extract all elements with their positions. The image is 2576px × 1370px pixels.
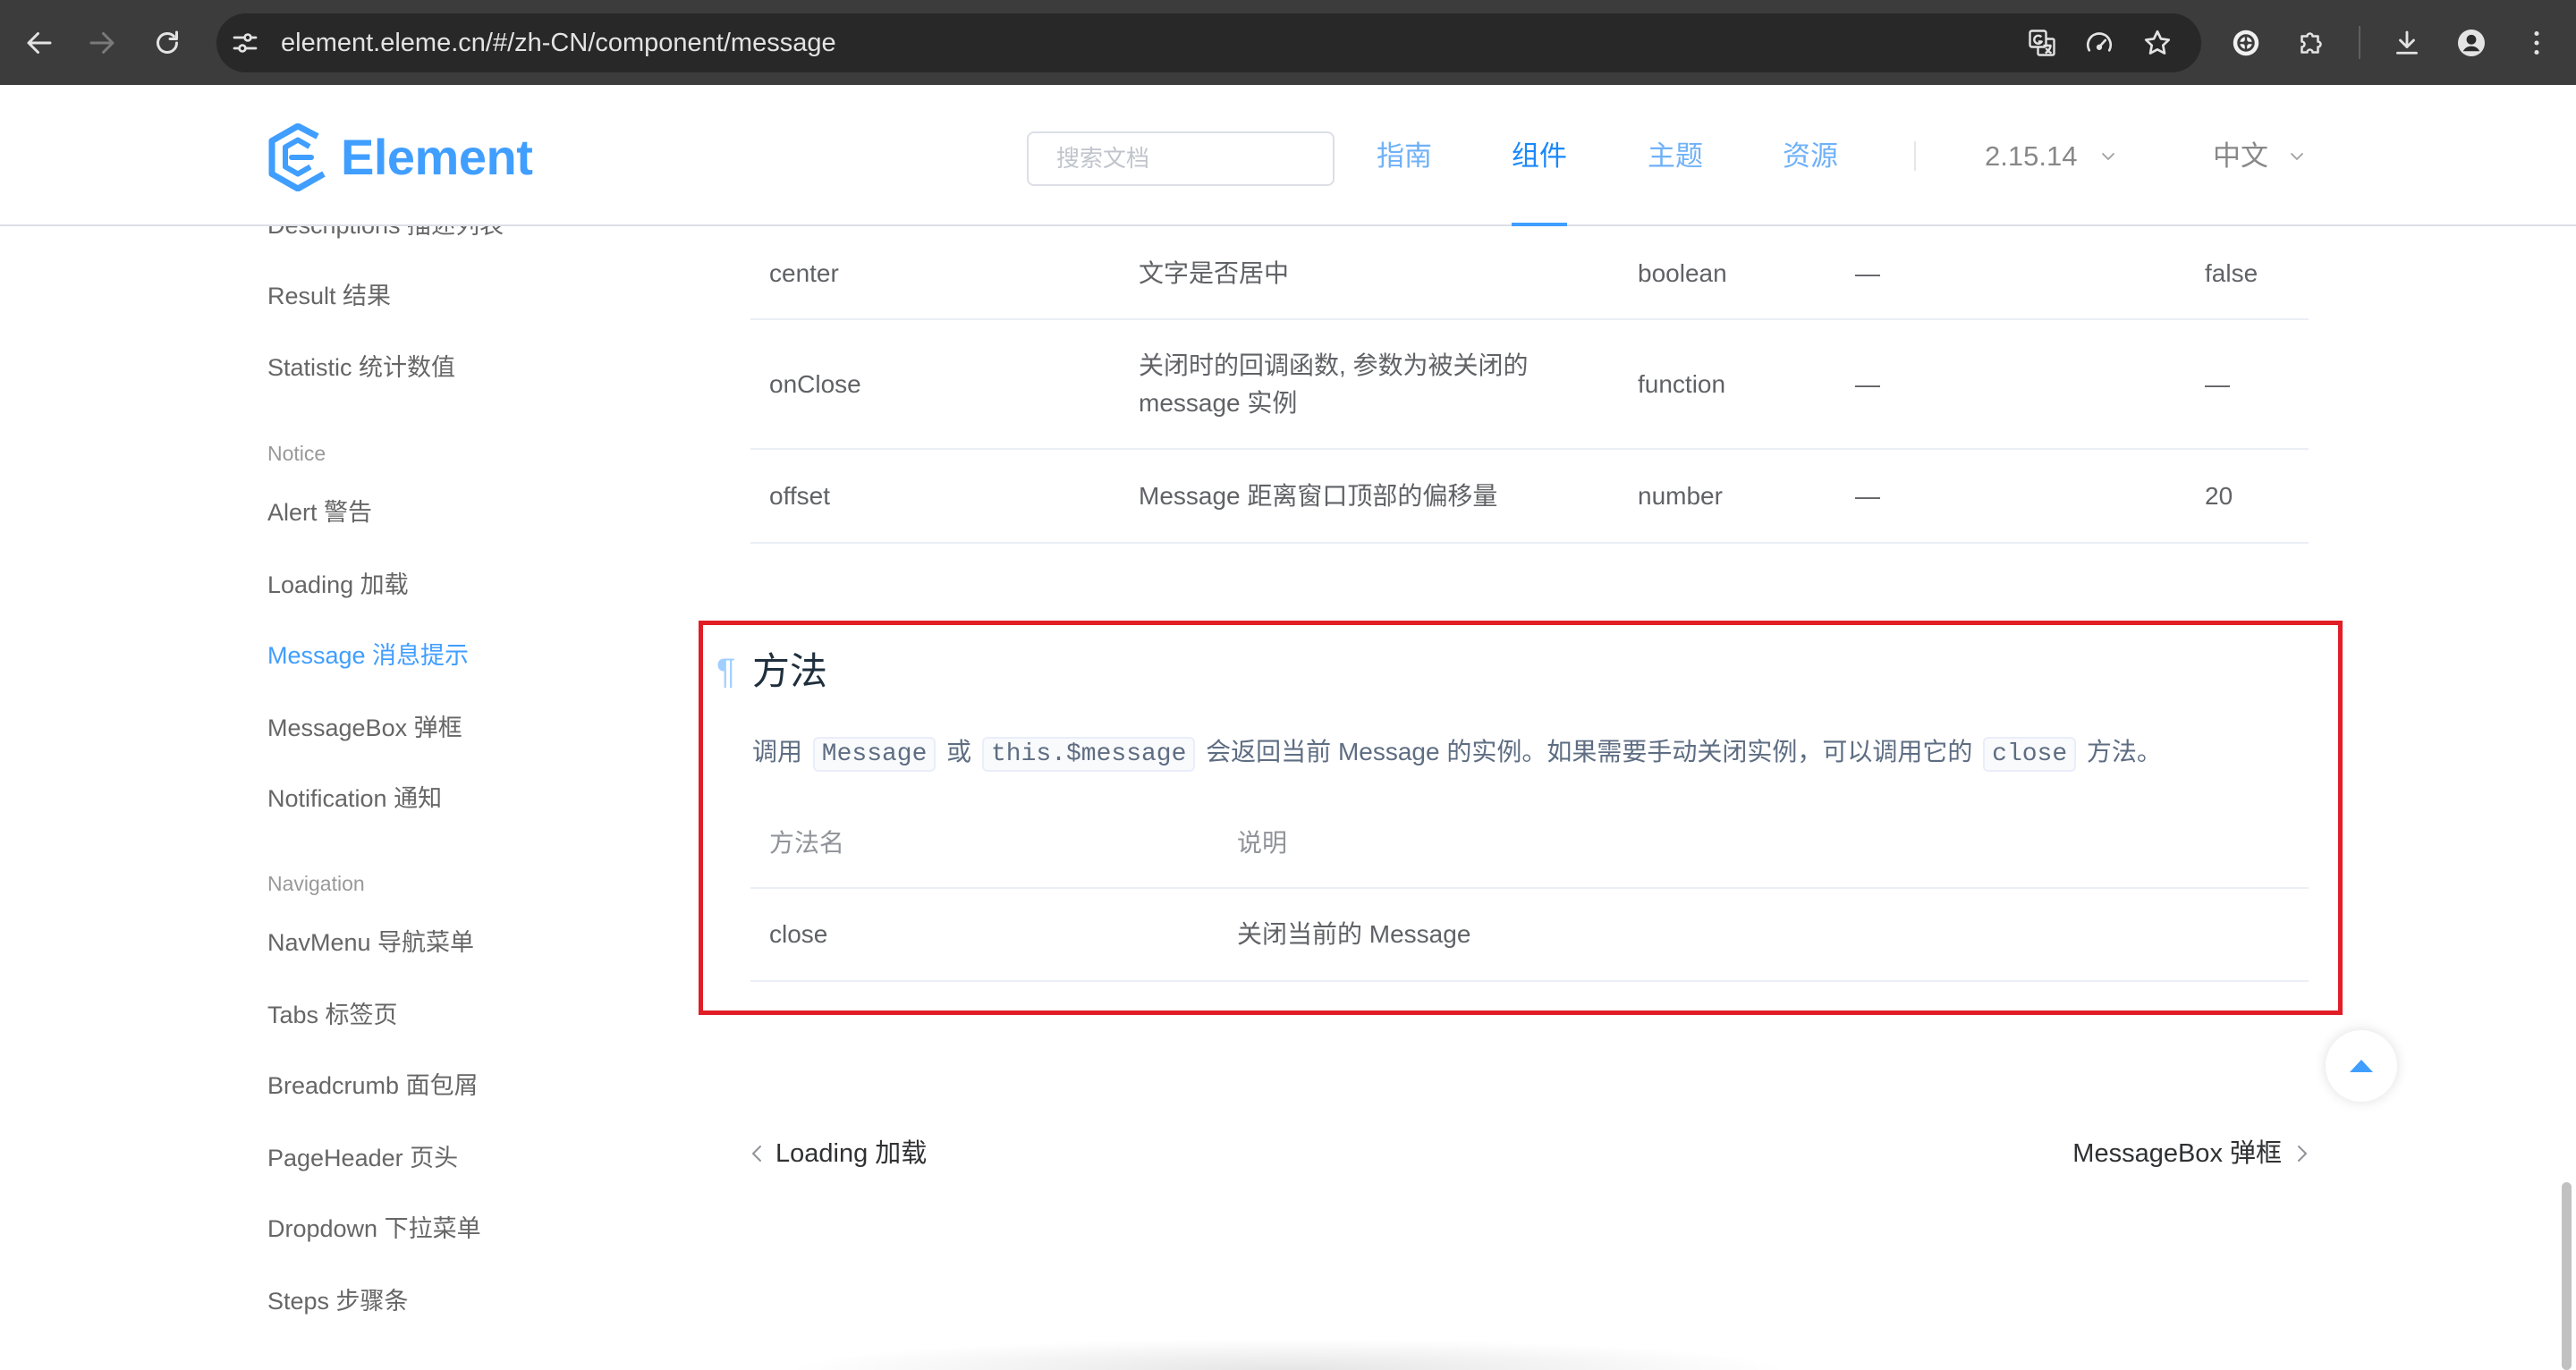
table-cell: Message 距离窗口顶部的偏移量 [1139, 481, 1498, 510]
table-cell: 文字是否居中 [1139, 258, 1290, 287]
inline-code: Message [812, 737, 936, 772]
chevron-right-icon [2298, 1146, 2307, 1162]
next-page-link[interactable]: MessageBox 弹框 [2072, 1134, 2309, 1173]
inline-code: close [1983, 737, 2077, 772]
sidebar-item-alert[interactable]: Alert 警告 [267, 495, 372, 530]
table-header-cell: 方法名 [769, 829, 845, 857]
table-cell: — [1855, 369, 1880, 398]
search-input[interactable] [1027, 131, 1335, 186]
sidebar-group-navigation: Navigation [267, 872, 365, 895]
language-dropdown[interactable]: 中文 [2213, 139, 2268, 174]
nav-theme[interactable]: 主题 [1648, 139, 1703, 174]
puzzle-icon[interactable] [2295, 27, 2327, 59]
table-cell: — [1855, 481, 1880, 510]
url-text[interactable]: element.eleme.cn/#/zh-CN/component/messa… [281, 13, 836, 72]
table-cell: close [769, 920, 828, 948]
sidebar-item-tabs[interactable]: Tabs 标签页 [267, 997, 398, 1033]
extension-icon[interactable] [2230, 27, 2262, 59]
back-to-top-button[interactable] [2326, 1030, 2397, 1102]
table-row: close 关闭当前的 Message [750, 889, 2309, 982]
header-separator [1914, 141, 1916, 171]
table-cell: — [2205, 369, 2230, 398]
sidebar-item-message[interactable]: Message 消息提示 [267, 638, 469, 673]
table-cell: onClose [769, 369, 861, 398]
attributes-table: center 文字是否居中 boolean — false onClose 关闭… [750, 228, 2309, 544]
sidebar-item-steps[interactable]: Steps 步骤条 [267, 1283, 409, 1319]
nav-guide[interactable]: 指南 [1377, 139, 1432, 174]
download-icon[interactable] [2391, 27, 2423, 59]
heading-anchor-link[interactable]: ¶ [716, 647, 735, 697]
bottom-shadow [572, 1325, 2004, 1370]
nav-resource[interactable]: 资源 [1783, 139, 1838, 174]
chevron-down-icon[interactable] [2289, 148, 2305, 165]
inline-code: this.$message [981, 737, 1196, 772]
section-description: 调用 Message 或 this.$message 会返回当前 Message… [752, 731, 2162, 776]
sidebar-item-breadcrumb[interactable]: Breadcrumb 面包屑 [267, 1068, 479, 1104]
site-info-icon[interactable] [229, 27, 261, 59]
table-cell: false [2205, 258, 2258, 287]
logo-text: Element [341, 129, 533, 185]
more-menu-icon[interactable] [2521, 27, 2553, 59]
table-row: offset Message 距离窗口顶部的偏移量 number — 20 [750, 450, 2309, 544]
table-header-cell: 说明 [1237, 829, 1288, 857]
back-arrow-icon[interactable] [23, 27, 55, 59]
address-bar[interactable]: element.eleme.cn/#/zh-CN/component/messa… [216, 13, 2201, 72]
logo[interactable]: Element [267, 123, 533, 191]
table-cell: 关闭时的回调函数, 参数为被关闭的 message 实例 [1120, 347, 1619, 422]
nav-component[interactable]: 组件 [1512, 139, 1567, 174]
table-header-row: 方法名 说明 [750, 799, 2309, 889]
table-cell: function [1638, 369, 1726, 398]
table-cell: 关闭当前的 Message [1237, 920, 1471, 948]
table-cell-text: 关闭时的回调函数, 参数为被关闭的 message 实例 [1139, 351, 1529, 417]
table-cell: 20 [2205, 481, 2233, 510]
chevron-down-icon[interactable] [2100, 148, 2116, 165]
scrollbar-thumb[interactable] [2562, 1182, 2572, 1370]
sidebar-item-dropdown[interactable]: Dropdown 下拉菜单 [267, 1211, 481, 1247]
sidebar-item-pageheader[interactable]: PageHeader 页头 [267, 1140, 458, 1176]
sidebar-group-notice: Notice [267, 442, 326, 465]
nav-active-indicator [1512, 223, 1567, 226]
reload-icon[interactable] [151, 27, 183, 59]
table-cell: boolean [1638, 258, 1727, 287]
chevron-left-icon [752, 1146, 761, 1162]
description-text: 方法。 [2080, 738, 2162, 765]
caret-up-icon [2350, 1060, 2373, 1072]
prev-page-label: Loading 加载 [775, 1139, 928, 1168]
toolbar-separator [2359, 26, 2360, 59]
table-cell: offset [769, 481, 830, 510]
methods-table: 方法名 说明 close 关闭当前的 Message [750, 799, 2309, 982]
browser-toolbar: element.eleme.cn/#/zh-CN/component/messa… [0, 0, 2576, 85]
translate-icon[interactable] [2026, 27, 2058, 59]
section-title: 方法 [752, 650, 828, 692]
element-logo-icon [268, 123, 326, 191]
table-row: center 文字是否居中 boolean — false [750, 228, 2309, 320]
sidebar-item-statistic[interactable]: Statistic 统计数值 [267, 350, 455, 385]
sidebar-item-loading[interactable]: Loading 加载 [267, 567, 409, 603]
table-row: onClose 关闭时的回调函数, 参数为被关闭的 message 实例 fun… [750, 320, 2309, 450]
next-page-label: MessageBox 弹框 [2072, 1139, 2282, 1168]
description-text: 或 [939, 738, 979, 765]
description-text: 会返回当前 Message 的实例。如果需要手动关闭实例，可以调用它的 [1199, 738, 1980, 765]
performance-icon[interactable] [2083, 27, 2115, 59]
bookmark-star-icon[interactable] [2141, 27, 2174, 59]
sidebar-item-messagebox[interactable]: MessageBox 弹框 [267, 710, 462, 746]
table-cell: — [1855, 258, 1880, 287]
sidebar-item-navmenu[interactable]: NavMenu 导航菜单 [267, 925, 474, 960]
table-cell: center [769, 258, 839, 287]
prev-page-link[interactable]: Loading 加载 [750, 1134, 927, 1173]
site-header: Element 指南 组件 主题 资源 2.15.14 中文 [0, 85, 2576, 226]
forward-arrow-icon[interactable] [86, 27, 118, 59]
sidebar-item-notification[interactable]: Notification 通知 [267, 781, 442, 816]
version-dropdown[interactable]: 2.15.14 [1985, 139, 2077, 174]
profile-icon[interactable] [2455, 27, 2487, 59]
table-cell: number [1638, 481, 1723, 510]
sidebar-item-result[interactable]: Result 结果 [267, 278, 391, 314]
description-text: 调用 [752, 738, 809, 765]
